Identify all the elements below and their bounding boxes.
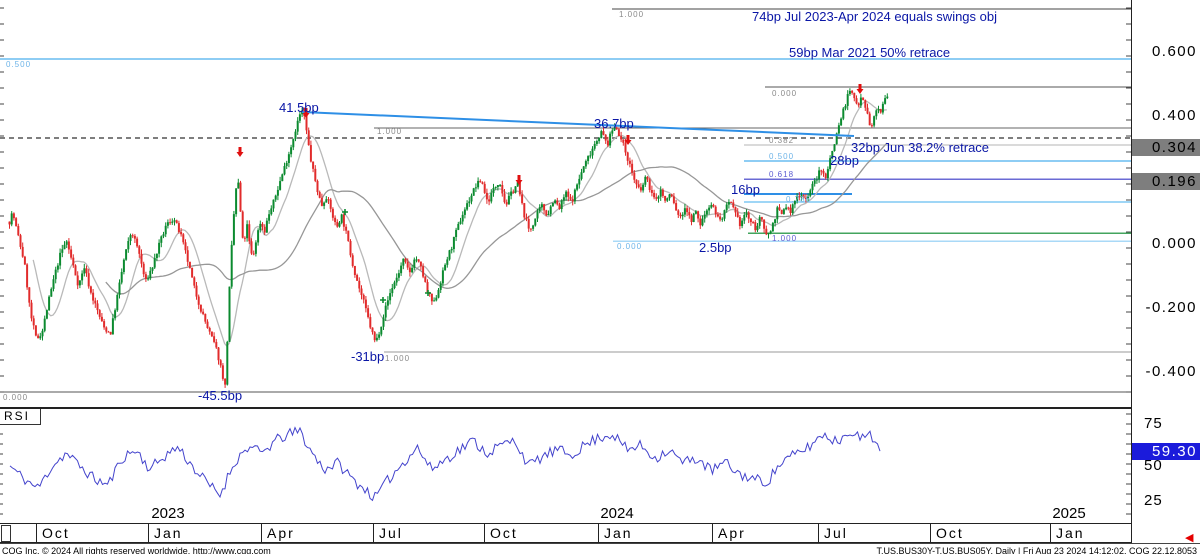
price-axis-badge: 0.196 xyxy=(1132,173,1200,190)
rsi-axis-label: 75 xyxy=(1144,416,1163,432)
fib-label: 0.000 xyxy=(617,243,642,251)
fib-label: 1.000 xyxy=(377,128,402,136)
quarter-tick xyxy=(373,524,374,542)
quarter-tick xyxy=(484,524,485,542)
rsi-axis-label: 25 xyxy=(1144,493,1163,509)
sell-arrow-icon xyxy=(516,175,523,185)
retrace-2021-note: 59bp Mar 2021 50% retrace xyxy=(789,46,950,59)
year-label: 2024 xyxy=(600,506,633,521)
month-label: Jan xyxy=(154,526,183,540)
panel-divider[interactable] xyxy=(0,407,1131,409)
year-label: 2023 xyxy=(151,506,184,521)
retrace-382-note: 32bp Jun 38.2% retrace xyxy=(851,141,989,154)
fib-label: 0.000 xyxy=(772,90,797,98)
chart-canvas[interactable] xyxy=(0,0,1131,544)
status-bar: CQG Inc. © 2024 All rights reserved worl… xyxy=(0,543,1200,554)
fib-label: 1.000 xyxy=(619,11,644,19)
cqg-chart-window: RSI 74bp Jul 2023-Apr 2024 equals swings… xyxy=(0,0,1200,554)
fib-label: 0.382 xyxy=(769,137,794,145)
rsi-value-badge-text: 59.30 xyxy=(1152,443,1200,460)
buy-plus-icon xyxy=(380,297,386,303)
quarter-tick xyxy=(1050,524,1051,542)
month-label: Oct xyxy=(490,526,518,540)
month-label: Jan xyxy=(604,526,633,540)
price-axis-badge-value: 0.196 xyxy=(1152,173,1200,190)
quarter-tick xyxy=(930,524,931,542)
time-axis[interactable]: Oct Jan Apr Jul Oct Jan Apr Jul Oct Jan xyxy=(0,523,1131,543)
buy-plus-icon xyxy=(342,209,348,215)
price-axis[interactable]: 0.600 0.400 0.304 0.196 0.000 -0.200 -0.400 75 5… xyxy=(1131,0,1200,544)
quarter-tick xyxy=(598,524,599,542)
symbol-session-info: T.US.BUS30Y-T.US.BUS05Y, Daily | Fri Aug… xyxy=(876,546,1197,554)
low-mar2023: -45.5bp xyxy=(198,389,242,402)
rsi-value-badge: 59.30 xyxy=(1132,443,1200,460)
time-axis-box[interactable] xyxy=(1,525,11,542)
price-axis-label: 0.400 xyxy=(1152,108,1197,124)
quarter-tick xyxy=(261,524,262,542)
price-axis-badge-value: 0.304 xyxy=(1152,139,1200,156)
rsi-line xyxy=(10,428,880,501)
price-axis-label: 0.000 xyxy=(1152,236,1197,252)
price-axis-label: -0.400 xyxy=(1145,364,1197,380)
price-axis-badge: 0.304 xyxy=(1132,139,1200,156)
price-axis-label: 0.600 xyxy=(1152,44,1197,60)
rsi-label-text: RSI xyxy=(4,409,30,423)
fib-label: 0.500 xyxy=(769,153,794,161)
month-label: Apr xyxy=(267,526,295,540)
quarter-tick xyxy=(818,524,819,542)
candles xyxy=(9,88,889,388)
month-label: Jan xyxy=(1056,526,1085,540)
level-28bp: 28bp xyxy=(830,154,859,167)
month-label: Apr xyxy=(718,526,746,540)
quarter-tick xyxy=(712,524,713,542)
low-jul2023: -31bp xyxy=(351,350,384,363)
month-label: Oct xyxy=(936,526,964,540)
fib-label: 1.000 xyxy=(385,355,410,363)
quarter-tick xyxy=(36,524,37,542)
high-2024: 36.7bp xyxy=(594,117,634,130)
month-label: Oct xyxy=(42,526,70,540)
fib-label: 0.618 xyxy=(769,171,794,179)
sell-arrow-icon xyxy=(857,84,864,94)
fib-label: 0.786 xyxy=(786,196,811,204)
month-label: Jul xyxy=(379,526,403,540)
fib-label: 0.000 xyxy=(3,394,28,402)
low-jun2024: 2.5bp xyxy=(699,241,732,254)
fib-label: 1.000 xyxy=(772,235,797,243)
high-apr2023: 41.5bp xyxy=(279,101,319,114)
month-label: Jul xyxy=(824,526,848,540)
quarter-tick xyxy=(148,524,149,542)
price-chart-plot-area[interactable]: RSI 74bp Jul 2023-Apr 2024 equals swings… xyxy=(0,0,1131,544)
swing-objective-note: 74bp Jul 2023-Apr 2024 equals swings obj xyxy=(752,10,997,23)
rsi-axis-label: 50 xyxy=(1144,458,1163,474)
rsi-panel-label: RSI xyxy=(0,409,41,425)
level-16bp: 16bp xyxy=(731,183,760,196)
price-axis-label: -0.200 xyxy=(1145,300,1197,316)
sell-arrow-icon xyxy=(237,147,244,157)
fib-label: 0.500 xyxy=(6,61,31,69)
year-label: 2025 xyxy=(1052,506,1085,521)
moving-average-slow xyxy=(106,143,887,294)
copyright-text: CQG Inc. © 2024 All rights reserved worl… xyxy=(2,546,271,554)
